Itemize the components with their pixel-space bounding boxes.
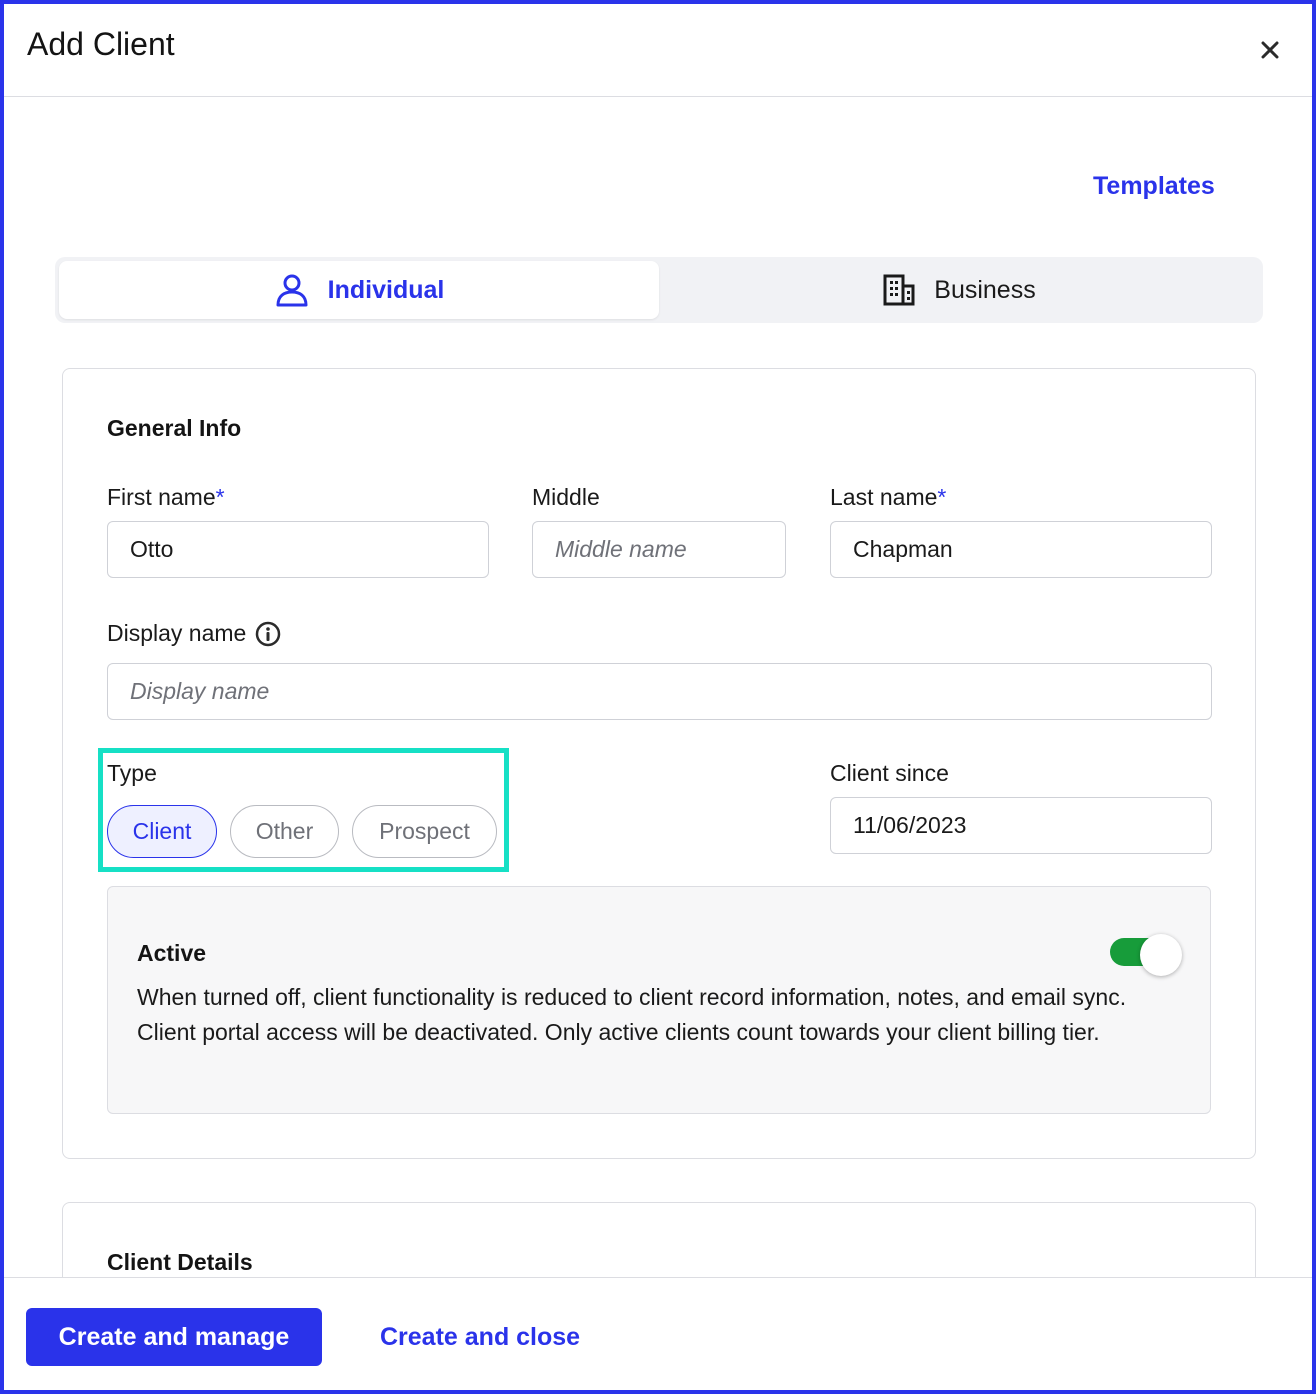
type-option-client[interactable]: Client: [107, 805, 217, 858]
last-name-label: Last name *: [830, 484, 946, 511]
active-description: When turned off, client functionality is…: [137, 984, 1127, 1045]
person-icon: [276, 274, 308, 307]
last-name-label-text: Last name: [830, 484, 938, 510]
info-icon[interactable]: [255, 621, 281, 647]
modal-body[interactable]: Templates Individual Business General In…: [4, 98, 1312, 1277]
first-name-label: First name *: [107, 484, 225, 511]
type-label: Type: [107, 760, 157, 786]
client-details-title: Client Details: [107, 1249, 253, 1275]
display-name-label: Display name: [107, 620, 281, 647]
close-icon: [1261, 41, 1279, 59]
middle-name-input[interactable]: Middle name: [532, 521, 786, 578]
tab-individual-label: Individual: [327, 275, 445, 304]
client-since-label: Client since: [830, 760, 949, 786]
building-icon: [883, 274, 915, 306]
last-name-input[interactable]: Chapman: [830, 521, 1212, 578]
general-info-card: General Info First name * Otto Middle Mid…: [62, 368, 1256, 1159]
toggle-knob: [1140, 934, 1182, 976]
display-name-label-text: Display name: [107, 620, 247, 646]
entity-type-toggle: Individual Business: [55, 257, 1263, 323]
tab-business[interactable]: Business: [659, 261, 1259, 319]
active-toggle[interactable]: [1110, 934, 1182, 976]
client-details-card: Client Details: [62, 1202, 1256, 1277]
create-and-manage-button[interactable]: Create and manage: [26, 1308, 322, 1366]
middle-label: Middle: [532, 484, 600, 510]
add-client-modal: Add Client Templates Individual Business…: [0, 0, 1316, 1394]
active-title: Active: [137, 940, 207, 966]
first-name-label-text: First name: [107, 484, 216, 510]
tab-business-label: Business: [934, 275, 1036, 304]
client-since-input[interactable]: 11/06/2023: [830, 797, 1212, 854]
active-section: Active When turned off, client functiona…: [107, 886, 1211, 1114]
type-option-other[interactable]: Other: [230, 805, 339, 858]
required-mark: *: [937, 484, 947, 510]
tab-individual[interactable]: Individual: [59, 261, 659, 319]
required-mark: *: [215, 484, 225, 510]
close-button[interactable]: [1254, 34, 1286, 66]
modal-title: Add Client: [27, 26, 175, 62]
general-info-title: General Info: [107, 415, 242, 441]
modal-footer: Create and manage Create and close: [4, 1277, 1312, 1390]
modal-header: Add Client: [4, 4, 1312, 97]
first-name-input[interactable]: Otto: [107, 521, 489, 578]
templates-link[interactable]: Templates: [1093, 172, 1215, 201]
type-option-prospect[interactable]: Prospect: [352, 805, 497, 858]
create-and-close-button[interactable]: Create and close: [380, 1308, 580, 1366]
display-name-input[interactable]: Display name: [107, 663, 1212, 720]
